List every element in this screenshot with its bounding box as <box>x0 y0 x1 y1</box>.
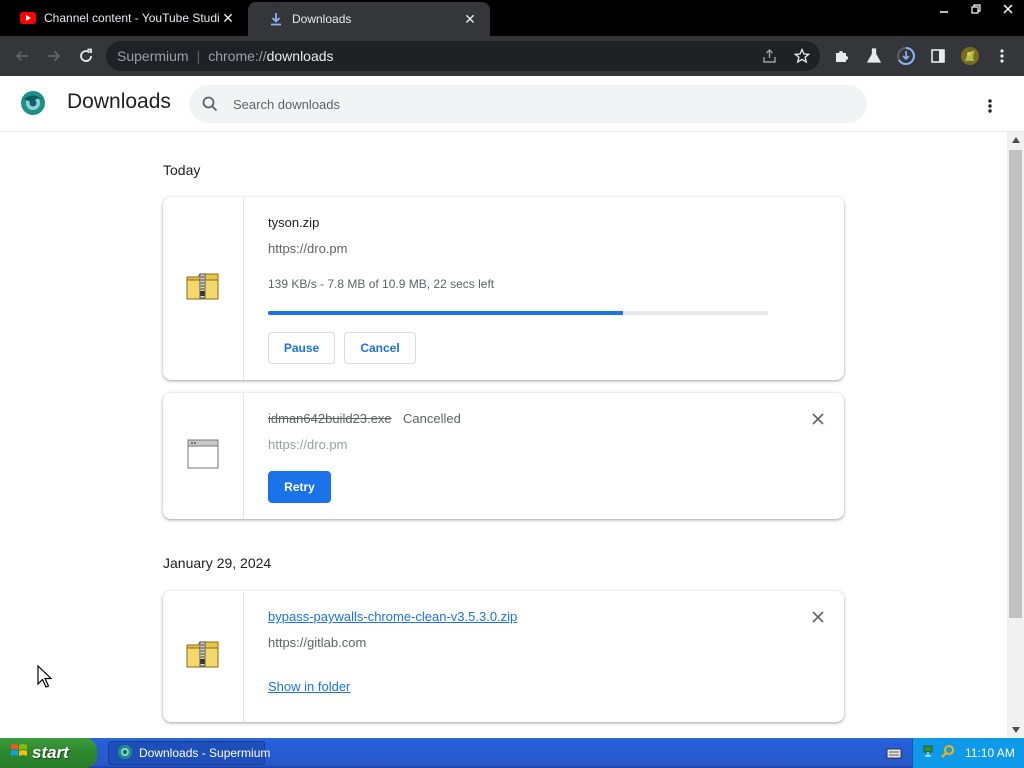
supermium-logo-icon <box>117 744 133 763</box>
keyboard-layout-icon[interactable] <box>886 745 902 761</box>
close-tab-icon[interactable]: ✕ <box>220 10 236 26</box>
supermium-logo-icon <box>20 90 46 116</box>
file-source-url: https://gitlab.com <box>268 635 367 650</box>
tab-downloads[interactable]: Downloads ✕ <box>248 2 490 36</box>
pause-button[interactable]: Pause <box>268 332 335 364</box>
back-arrow-icon[interactable] <box>10 44 34 68</box>
tab-strip: Channel content - YouTube Studio ✕ Downl… <box>0 0 1024 36</box>
taskbar-item-downloads[interactable]: Downloads - Supermium <box>108 741 270 765</box>
reload-icon[interactable] <box>74 44 98 68</box>
youtube-icon <box>20 10 36 26</box>
tab-title: Downloads <box>292 12 352 26</box>
remove-from-list-icon[interactable] <box>810 609 826 625</box>
file-name: tyson.zip <box>268 215 320 230</box>
omnibox-separator: | <box>196 48 201 64</box>
side-panel-icon[interactable] <box>926 44 950 68</box>
close-window-icon[interactable] <box>992 0 1024 18</box>
tab-title: Channel content - YouTube Studio <box>44 11 220 25</box>
file-name-link[interactable]: bypass-paywalls-chrome-clean-v3.5.3.0.zi… <box>268 609 517 624</box>
show-in-folder-link[interactable]: Show in folder <box>268 679 350 694</box>
file-source-url: https://dro.pm <box>268 437 348 452</box>
share-icon[interactable] <box>758 44 782 68</box>
progress-bar-fill <box>268 311 623 315</box>
download-item-idman: idman642build23.exe Cancelled https://dr… <box>163 393 844 519</box>
download-progress-text: 139 KB/s - 7.8 MB of 10.9 MB, 22 secs le… <box>268 277 495 291</box>
file-name[interactable]: idman642build23.exe <box>268 411 392 426</box>
date-header-today: Today <box>163 162 201 178</box>
download-item-bypass-paywalls: bypass-paywalls-chrome-clean-v3.5.3.0.zi… <box>163 591 844 722</box>
start-label: start <box>32 743 69 762</box>
taskbar-item-label: Downloads - Supermium <box>139 746 271 760</box>
file-icon-column <box>163 197 244 380</box>
extensions-puzzle-icon[interactable] <box>830 44 854 68</box>
windows-taskbar: start Downloads - Supermium 11:10 AM <box>0 738 1024 768</box>
star-bookmark-icon[interactable] <box>790 44 814 68</box>
scroll-up-arrow-icon[interactable] <box>1007 132 1024 148</box>
file-icon-column <box>163 591 244 722</box>
zip-folder-icon <box>186 639 220 674</box>
search-magnifier-icon[interactable] <box>941 744 955 763</box>
more-actions-icon[interactable] <box>978 94 1002 118</box>
address-bar[interactable]: Supermium | chrome:// downloads <box>106 41 820 71</box>
browser-toolbar: Supermium | chrome:// downloads <box>0 36 1024 76</box>
start-button[interactable]: start <box>0 738 97 768</box>
downloads-page: Downloads Today tyson.zip https <box>0 76 1024 738</box>
omnibox-scheme: chrome:// <box>208 48 267 64</box>
page-header: Downloads <box>0 76 1024 132</box>
page-title: Downloads <box>67 90 171 113</box>
window-controls <box>928 0 1024 18</box>
omnibox-host: downloads <box>266 48 334 64</box>
date-header-jan-29-2024: January 29, 2024 <box>163 555 272 571</box>
taskbar-clock: 11:10 AM <box>965 746 1015 760</box>
browser-menu-icon[interactable] <box>990 44 1014 68</box>
profile-avatar-icon[interactable] <box>958 44 982 68</box>
downloads-progress-icon[interactable] <box>894 44 918 68</box>
system-tray: 11:10 AM <box>912 738 1024 768</box>
mouse-cursor-icon <box>37 664 53 689</box>
restore-icon[interactable] <box>960 0 992 18</box>
minimize-icon[interactable] <box>928 0 960 18</box>
forward-arrow-icon[interactable] <box>42 44 66 68</box>
tab-youtube-studio[interactable]: Channel content - YouTube Studio ✕ <box>0 0 248 36</box>
download-progress-bar <box>268 311 768 315</box>
executable-window-icon <box>187 439 219 474</box>
labs-flask-icon[interactable] <box>862 44 886 68</box>
retry-button[interactable]: Retry <box>268 471 331 503</box>
search-icon <box>201 95 219 113</box>
omnibox-brand: Supermium <box>117 48 189 64</box>
cancel-button[interactable]: Cancel <box>344 332 416 364</box>
file-source-url: https://dro.pm <box>268 241 348 256</box>
download-item-tyson: tyson.zip https://dro.pm 139 KB/s - 7.8 … <box>163 197 844 380</box>
download-icon <box>268 11 284 27</box>
search-box[interactable] <box>189 85 867 123</box>
download-status: Cancelled <box>403 411 461 426</box>
scroll-thumb[interactable] <box>1009 150 1022 618</box>
zip-folder-icon <box>186 271 220 306</box>
windows-flag-icon <box>10 742 28 765</box>
search-downloads-input[interactable] <box>233 96 833 112</box>
remove-from-list-icon[interactable] <box>810 411 826 427</box>
file-icon-column <box>163 393 244 519</box>
scroll-down-arrow-icon[interactable] <box>1007 722 1024 738</box>
close-tab-icon[interactable]: ✕ <box>462 11 478 27</box>
page-scrollbar[interactable] <box>1007 132 1024 738</box>
network-icon[interactable] <box>923 744 937 763</box>
